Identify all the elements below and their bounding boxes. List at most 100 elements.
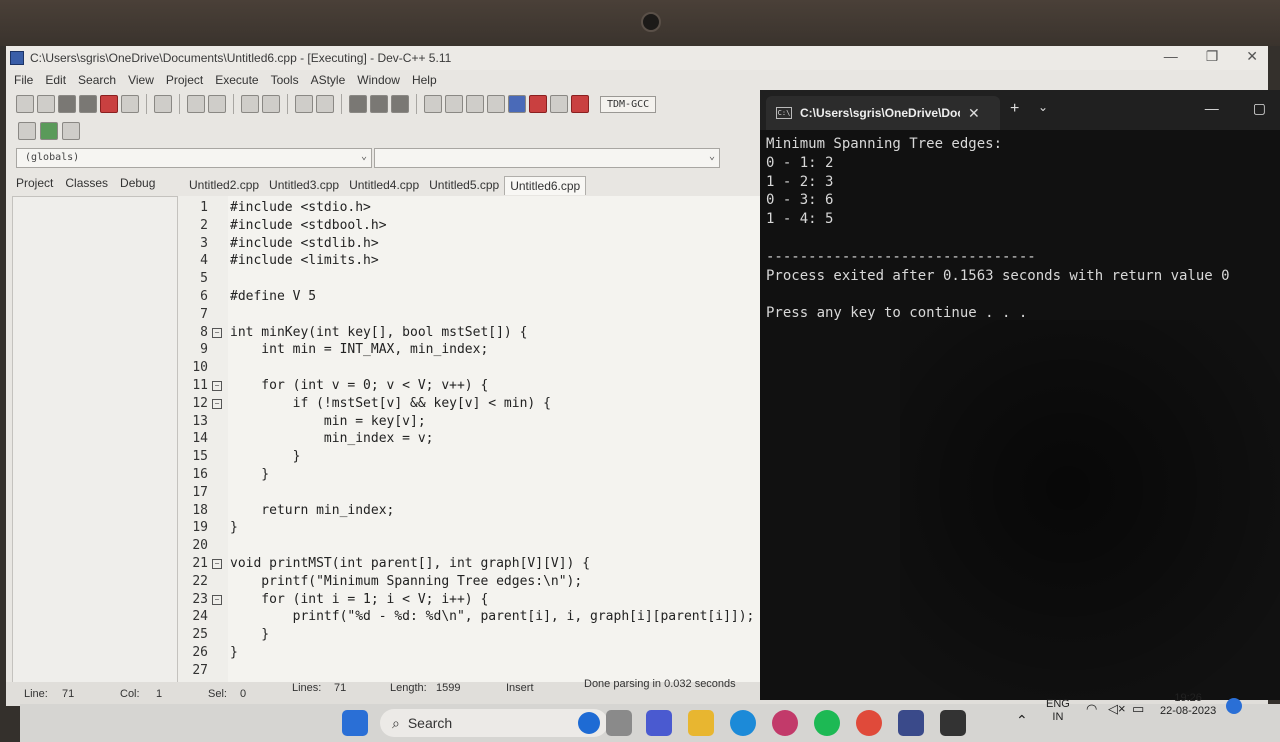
chevron-down-icon[interactable]: ⌄ (1038, 100, 1048, 114)
teams-icon[interactable] (646, 710, 672, 736)
open-icon[interactable] (37, 95, 55, 113)
volume-icon[interactable]: ◁× (1108, 702, 1126, 715)
compiler-select[interactable]: TDM-GCC (600, 95, 657, 113)
code-line[interactable]: 13 min = key[v]; (178, 414, 762, 432)
code-line[interactable]: 10 (178, 360, 762, 378)
close-icon[interactable]: ✕ (968, 105, 980, 122)
file-tab-active[interactable]: Untitled6.cpp (504, 176, 587, 195)
menu-search[interactable]: Search (78, 73, 116, 87)
code-line[interactable]: 26} (178, 645, 762, 663)
minimize-button[interactable]: — (1164, 48, 1178, 65)
replace-icon[interactable] (262, 95, 280, 113)
code-line[interactable]: 5 (178, 271, 762, 289)
code-line[interactable]: 17 (178, 485, 762, 503)
windows-start-icon[interactable] (342, 710, 368, 736)
toggle-comment-icon[interactable] (391, 95, 409, 113)
code-line[interactable]: 6 #define V 5 (178, 289, 762, 307)
new-file-icon[interactable] (16, 95, 34, 113)
menu-project[interactable]: Project (166, 73, 203, 87)
rebuild-icon[interactable] (487, 95, 505, 113)
redo-icon[interactable] (208, 95, 226, 113)
code-line[interactable]: 14 min_index = v; (178, 431, 762, 449)
unindent-icon[interactable] (370, 95, 388, 113)
scope-select[interactable]: (globals) ⌄ (16, 148, 372, 168)
menu-window[interactable]: Window (357, 73, 400, 87)
terminal-tab[interactable]: C:\ C:\Users\sgris\OneDrive\Docu ✕ (766, 96, 1000, 130)
edge-icon[interactable] (730, 710, 756, 736)
close-button[interactable]: ✕ (1246, 48, 1258, 65)
clock[interactable]: 19:26 22-08-2023 (1160, 692, 1216, 718)
print-icon[interactable] (154, 95, 172, 113)
chrome-icon[interactable] (856, 710, 882, 736)
file-tab[interactable]: Untitled2.cpp (184, 176, 264, 195)
code-line[interactable]: 23− for (int i = 1; i < V; i++) { (178, 592, 762, 610)
menu-astyle[interactable]: AStyle (311, 73, 346, 87)
compile-icon[interactable] (424, 95, 442, 113)
battery-icon[interactable]: ▭ (1132, 702, 1144, 715)
code-line[interactable]: 22 printf("Minimum Spanning Tree edges:\… (178, 574, 762, 592)
code-line[interactable]: 1 #include <stdio.h> (178, 200, 762, 218)
find-icon[interactable] (241, 95, 259, 113)
fold-toggle-icon[interactable]: − (212, 559, 222, 569)
menu-help[interactable]: Help (412, 73, 437, 87)
terminal-maximize-button[interactable]: ▢ (1253, 100, 1266, 117)
code-line[interactable]: 24 printf("%d - %d: %d\n", parent[i], i,… (178, 609, 762, 627)
maximize-button[interactable]: ❐ (1206, 48, 1219, 65)
file-explorer-icon[interactable] (688, 710, 714, 736)
menu-execute[interactable]: Execute (215, 73, 258, 87)
code-line[interactable]: 12− if (!mstSet[v] && key[v] < min) { (178, 396, 762, 414)
undo-icon[interactable] (187, 95, 205, 113)
spotify-icon[interactable] (814, 710, 840, 736)
menu-edit[interactable]: Edit (45, 73, 66, 87)
stop-execution-icon[interactable] (529, 95, 547, 113)
code-line[interactable]: 11− for (int v = 0; v < V; v++) { (178, 378, 762, 396)
bookmark-icon[interactable] (316, 95, 334, 113)
terminal-minimize-button[interactable]: — (1205, 100, 1219, 117)
debug-icon[interactable] (571, 95, 589, 113)
fold-toggle-icon[interactable]: − (212, 398, 222, 409)
symbol-select[interactable]: ⌄ (374, 148, 720, 168)
code-line[interactable]: 25 } (178, 627, 762, 645)
save-all-icon[interactable] (79, 95, 97, 113)
close-file-icon[interactable] (100, 95, 118, 113)
code-line[interactable]: 9 int min = INT_MAX, min_index; (178, 342, 762, 360)
language-indicator[interactable]: ENG IN (1046, 698, 1070, 724)
task-view-icon[interactable] (606, 710, 632, 736)
goto-line-icon[interactable] (295, 95, 313, 113)
compile-run-icon[interactable] (466, 95, 484, 113)
office-icon[interactable] (772, 710, 798, 736)
chevron-up-icon[interactable]: ⌃ (1016, 713, 1028, 727)
code-line[interactable]: 3 #include <stdlib.h> (178, 236, 762, 254)
code-line[interactable]: 15 } (178, 449, 762, 467)
fold-toggle-icon[interactable]: − (212, 594, 222, 605)
code-line[interactable]: 2 #include <stdbool.h> (178, 218, 762, 236)
insert-icon[interactable] (18, 122, 36, 140)
tab-project[interactable]: Project (16, 176, 53, 190)
taskbar-search[interactable]: ⌕ Search (380, 709, 608, 737)
code-line[interactable]: 19} (178, 520, 762, 538)
new-tab-icon[interactable]: + (1010, 100, 1019, 118)
code-line[interactable]: 7 (178, 307, 762, 325)
menu-file[interactable]: File (14, 73, 33, 87)
file-tab[interactable]: Untitled4.cpp (344, 176, 424, 195)
tab-classes[interactable]: Classes (65, 176, 108, 190)
code-line[interactable]: 8− int minKey(int key[], bool mstSet[]) { (178, 325, 762, 343)
code-line[interactable]: 4 #include <limits.h> (178, 253, 762, 271)
save-icon[interactable] (58, 95, 76, 113)
terminal-taskbar-icon[interactable] (940, 710, 966, 736)
indent-icon[interactable] (349, 95, 367, 113)
fold-toggle-icon[interactable]: − (212, 381, 222, 391)
syntax-check-icon[interactable] (508, 95, 526, 113)
menu-tools[interactable]: Tools (271, 73, 299, 87)
code-editor[interactable]: 1 #include <stdio.h> 2 #include <stdbool.h>… (178, 196, 762, 686)
run-icon[interactable] (445, 95, 463, 113)
class-browser-icon[interactable] (40, 122, 58, 140)
project-panel[interactable] (12, 196, 178, 686)
code-line[interactable]: 20 (178, 538, 762, 556)
fold-toggle-icon[interactable]: − (212, 327, 222, 338)
tab-debug[interactable]: Debug (120, 176, 155, 190)
devcpp-taskbar-icon[interactable] (898, 710, 924, 736)
code-line[interactable]: 16 } (178, 467, 762, 485)
new-class-icon[interactable] (62, 122, 80, 140)
bing-icon[interactable] (578, 712, 600, 734)
